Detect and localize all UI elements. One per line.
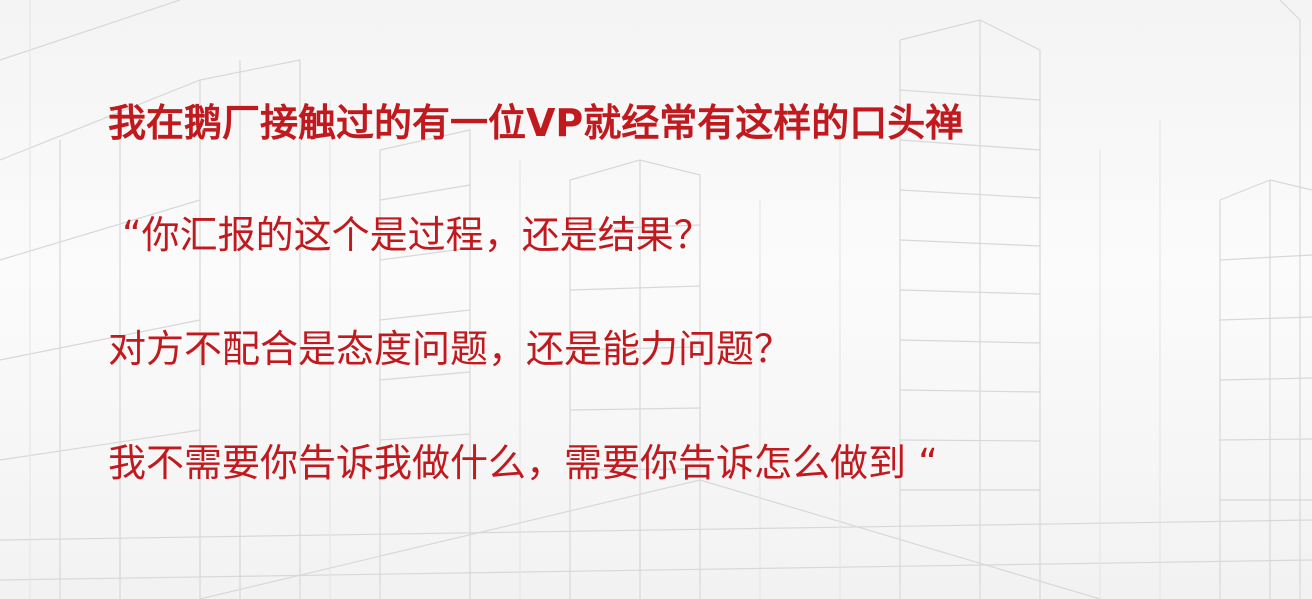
architecture-sketch-background — [0, 0, 1312, 599]
slide: 我在鹅厂接触过的有一位VP就经常有这样的口头禅 “你汇报的这个是过程，还是结果？… — [0, 0, 1312, 599]
quote-line-2: 对方不配合是态度问题，还是能力问题？ — [108, 327, 793, 371]
slide-headline: 我在鹅厂接触过的有一位VP就经常有这样的口头禅 — [108, 101, 964, 145]
quote-line-1: “你汇报的这个是过程，还是结果？ — [122, 213, 712, 257]
quote-line-3: 我不需要你告诉我做什么，需要你告诉怎么做到 “ — [108, 441, 938, 485]
